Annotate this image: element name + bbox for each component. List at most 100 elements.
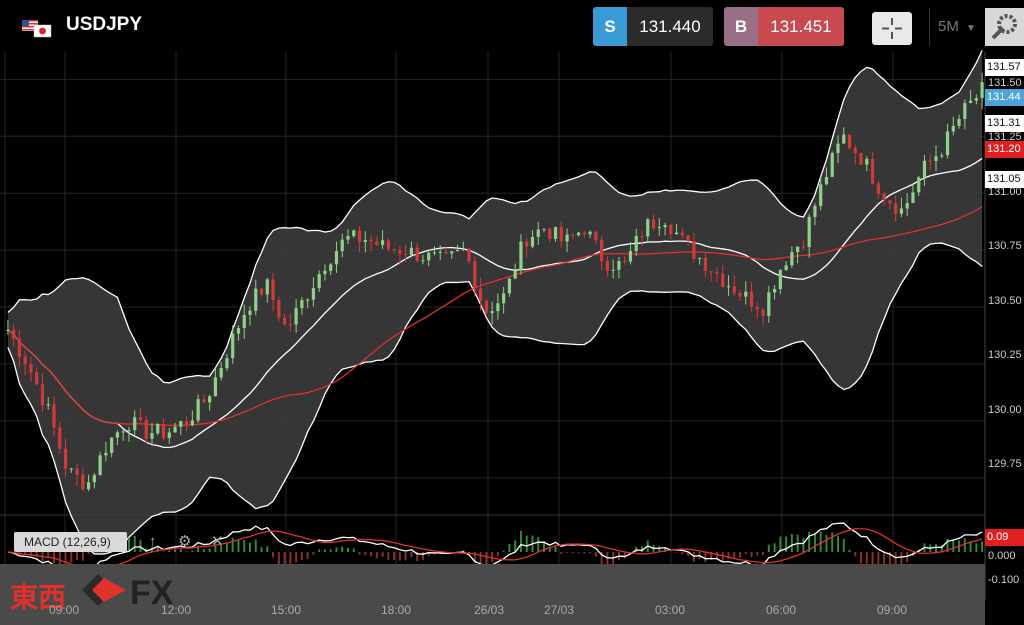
candle-body [306,299,310,301]
candle-body [213,377,218,397]
candle-body [161,423,166,438]
candle-body [490,311,494,314]
candle-body [790,252,794,266]
candle-body [651,219,656,228]
candle-body [115,432,120,438]
candle-body [576,232,581,236]
candle-body [870,158,875,184]
candle-body [807,216,811,248]
candle-body [778,270,782,289]
candle-body [899,208,904,214]
candle-body [530,236,535,247]
candle-body [40,384,45,406]
candle-body [110,437,114,453]
candle-body [525,241,529,247]
candle-body [617,261,621,270]
macd-tick-label: 0.000 [988,550,1016,562]
candle-body [231,333,235,359]
candle-body [92,475,96,483]
gear-icon[interactable]: ⚙ [178,532,191,552]
candle-body [277,300,281,318]
candle-body [311,288,316,300]
candle-body [167,432,171,438]
candle-body [346,236,350,240]
candle-body [190,420,194,426]
candle-body [824,176,829,185]
candle-body [548,228,552,239]
candle-body [380,240,385,245]
candle-body [75,468,79,475]
candle-body [432,252,437,254]
candle-body [801,246,806,248]
y-tick-label: 130.75 [988,240,1022,252]
candle-body [427,252,431,261]
macd-tick-label: -0.100 [988,574,1020,586]
candle-body [640,235,644,237]
candle-body [674,232,679,235]
candle-body [922,160,927,178]
candle-body [882,193,886,201]
candle-body [968,100,973,104]
candle-body [749,291,754,307]
x-tick-label: 09:00 [876,603,908,617]
candle-body [363,239,367,242]
candle-body [386,240,390,250]
candle-body [467,248,471,262]
price-badge-mid-band: 131.31 [985,115,1024,132]
candle-body [553,227,558,239]
candle-body [473,261,477,289]
price-badge-upper-band: 131.57 [985,59,1024,76]
x-tick-label: 26/03 [473,603,505,617]
candle-body [484,300,488,314]
candle-body [127,430,131,432]
candle-body [323,270,327,275]
candle-body [957,118,961,126]
candle-body [69,468,73,470]
candle-body [726,286,731,288]
candle-body [905,203,909,209]
candle-body [692,240,696,259]
x-tick-label: 09:00 [48,603,80,617]
candle-body [894,203,898,214]
candle-body [836,143,840,153]
x-tick-label: 15:00 [270,603,302,617]
candle-body [478,288,483,301]
candle-body [259,288,264,295]
candle-body [859,152,863,165]
candle-body [225,358,229,369]
candle-body [784,265,788,271]
candle-body [934,156,938,162]
price-badge-moving-average: 131.20 [985,141,1024,158]
candle-body [35,372,39,385]
candle-body [502,293,506,304]
candle-body [830,152,834,177]
candle-body [980,82,984,99]
candle-body [271,279,275,301]
candle-body [623,261,627,263]
candle-body [340,239,344,252]
candle-body [669,225,673,235]
candle-body [819,184,823,206]
macd-indicator-label[interactable]: MACD (12,26,9) [14,532,127,552]
candle-body [404,253,408,255]
candle-body [409,247,414,255]
candle-body [582,232,586,235]
candle-body [703,257,708,272]
candle-body [202,399,206,403]
candle-body [138,417,143,420]
candle-body [150,433,154,439]
close-icon[interactable]: ✕ [211,532,224,552]
candle-body [236,328,241,334]
candle-body [444,251,448,254]
y-tick-label: 130.00 [988,404,1022,416]
candle-body [248,310,252,315]
macd-value-badge: 0.09 [985,529,1024,546]
y-tick-label: 130.25 [988,349,1022,361]
candle-body [565,234,569,242]
bollinger-bands [7,50,983,555]
candle-body [755,306,759,310]
candle-body [594,231,598,240]
candle-body [450,251,454,254]
arrow-up-icon[interactable]: ↑ [149,532,157,552]
candle-body [133,417,137,431]
